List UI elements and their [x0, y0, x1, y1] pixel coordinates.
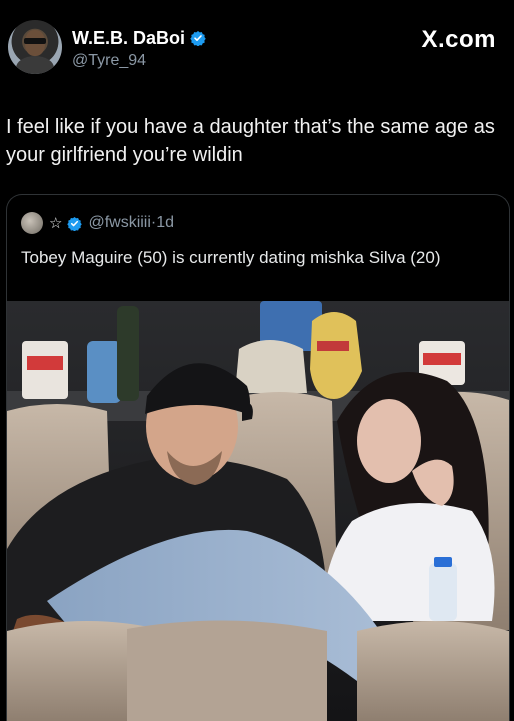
tweet-text: I feel like if you have a daughter that’… [6, 116, 495, 166]
quote-timestamp[interactable]: 1d [156, 214, 174, 232]
author-display-name[interactable]: W.E.B. DaBoi [72, 28, 185, 48]
verified-badge-icon [67, 216, 83, 231]
quote-handle[interactable]: @fwskiiii [88, 214, 150, 232]
avatar-shirt [16, 56, 54, 74]
quoted-tweet-card[interactable]: ☆ @fwskiiii · 1d Tobey Maguire (50) is c… [6, 194, 510, 721]
verified-badge-icon [190, 31, 206, 46]
quote-header: ☆ @fwskiiii · 1d [21, 212, 174, 234]
x-logo-text: X.com [421, 26, 496, 53]
avatar-sunglasses [24, 38, 46, 44]
star-icon: ☆ [49, 215, 63, 232]
quote-text: Tobey Maguire (50) is currently dating m… [21, 248, 441, 267]
author-name-row[interactable]: W.E.B. DaBoi [72, 28, 206, 49]
quote-author-avatar[interactable] [21, 212, 43, 234]
quote-photo[interactable] [7, 301, 509, 721]
author-avatar[interactable] [8, 20, 62, 74]
author-handle[interactable]: @Tyre_94 [72, 52, 146, 70]
tweet-header: W.E.B. DaBoi @Tyre_94 X.com [0, 0, 514, 90]
stadium-couple-photo-icon [7, 301, 509, 721]
